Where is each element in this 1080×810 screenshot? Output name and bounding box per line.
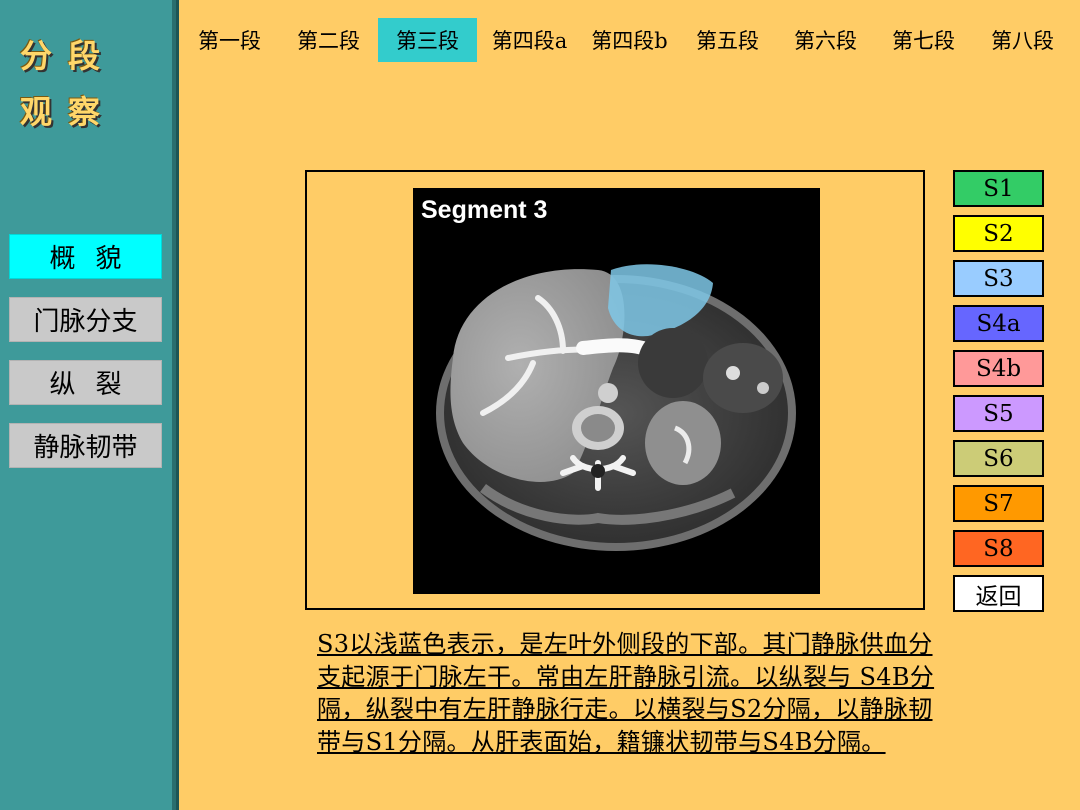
sidebar-button-longitudinal-fissure[interactable]: 纵裂 (9, 360, 162, 405)
segment-button-s4a[interactable]: S4a (953, 305, 1044, 342)
sidebar-button-label: 概貌 (49, 244, 142, 274)
segment-button-s3[interactable]: S3 (953, 260, 1044, 297)
spinal-canal (591, 464, 605, 478)
segment-button-s2[interactable]: S2 (953, 215, 1044, 252)
segment-button-label: S6 (983, 445, 1014, 472)
segment-button-label: S3 (983, 265, 1014, 292)
ct-scan-graphic: Segment 3 (421, 196, 796, 551)
segment-button-label: S5 (983, 400, 1014, 427)
ct-scan-image: Segment 3 (413, 188, 820, 594)
sidebar-title: 分段 观察 (20, 28, 160, 140)
sidebar-button-label: 门脉分支 (33, 307, 138, 337)
segment-button-s6[interactable]: S6 (953, 440, 1044, 477)
sidebar-button-label: 纵裂 (49, 370, 142, 400)
segment-button-s8[interactable]: S8 (953, 530, 1044, 567)
sidebar-button-portal-branches[interactable]: 门脉分支 (9, 297, 162, 342)
segment-button-s4b[interactable]: S4b (953, 350, 1044, 387)
segment-button-label: S7 (983, 490, 1014, 517)
segment-button-label: S4b (975, 355, 1022, 382)
sidebar-button-venous-ligament[interactable]: 静脉韧带 (9, 423, 162, 468)
segment-button-s7[interactable]: S7 (953, 485, 1044, 522)
tab-segment-5[interactable]: 第五段 (680, 18, 775, 62)
tab-segment-2[interactable]: 第二段 (281, 18, 376, 62)
tab-segment-6[interactable]: 第六段 (778, 18, 873, 62)
bowel (703, 343, 783, 413)
tab-segment-3[interactable]: 第三段 (378, 18, 477, 62)
left-kidney (645, 401, 721, 485)
segment-button-label: S8 (983, 535, 1014, 562)
aorta (598, 383, 618, 403)
segment-button-s1[interactable]: S1 (953, 170, 1044, 207)
tab-segment-4b[interactable]: 第四段b (582, 18, 677, 62)
bowel-contrast (726, 366, 740, 380)
segment-button-s5[interactable]: S5 (953, 395, 1044, 432)
sidebar-title-line1: 分段 (20, 37, 117, 75)
portal-vein (576, 338, 650, 355)
tab-segment-8[interactable]: 第八段 (975, 18, 1070, 62)
ct-scan-caption: Segment 3 (421, 196, 547, 224)
segment-description-link[interactable]: S3以浅蓝色表示，是左叶外侧段的下部。其门静脉供血分支起源于门脉左干。常由左肝静… (317, 628, 942, 758)
vertebral-marrow (581, 414, 615, 442)
segment-button-label: S1 (983, 175, 1014, 202)
bowel-contrast (757, 382, 769, 394)
return-button-label: 返回 (975, 583, 1022, 610)
sidebar-button-label: 静脉韧带 (33, 433, 138, 463)
return-button[interactable]: 返回 (953, 575, 1044, 612)
sidebar: 分段 观察 概貌 门脉分支 纵裂 静脉韧带 (0, 0, 176, 810)
stomach (638, 328, 708, 398)
sidebar-title-line2: 观察 (20, 93, 117, 131)
tab-segment-7[interactable]: 第七段 (876, 18, 971, 62)
tab-segment-1[interactable]: 第一段 (182, 18, 277, 62)
tab-segment-4a[interactable]: 第四段a (482, 18, 577, 62)
sidebar-button-overview[interactable]: 概貌 (9, 234, 162, 279)
segment-button-label: S4a (976, 310, 1021, 337)
segment-button-label: S2 (983, 220, 1014, 247)
